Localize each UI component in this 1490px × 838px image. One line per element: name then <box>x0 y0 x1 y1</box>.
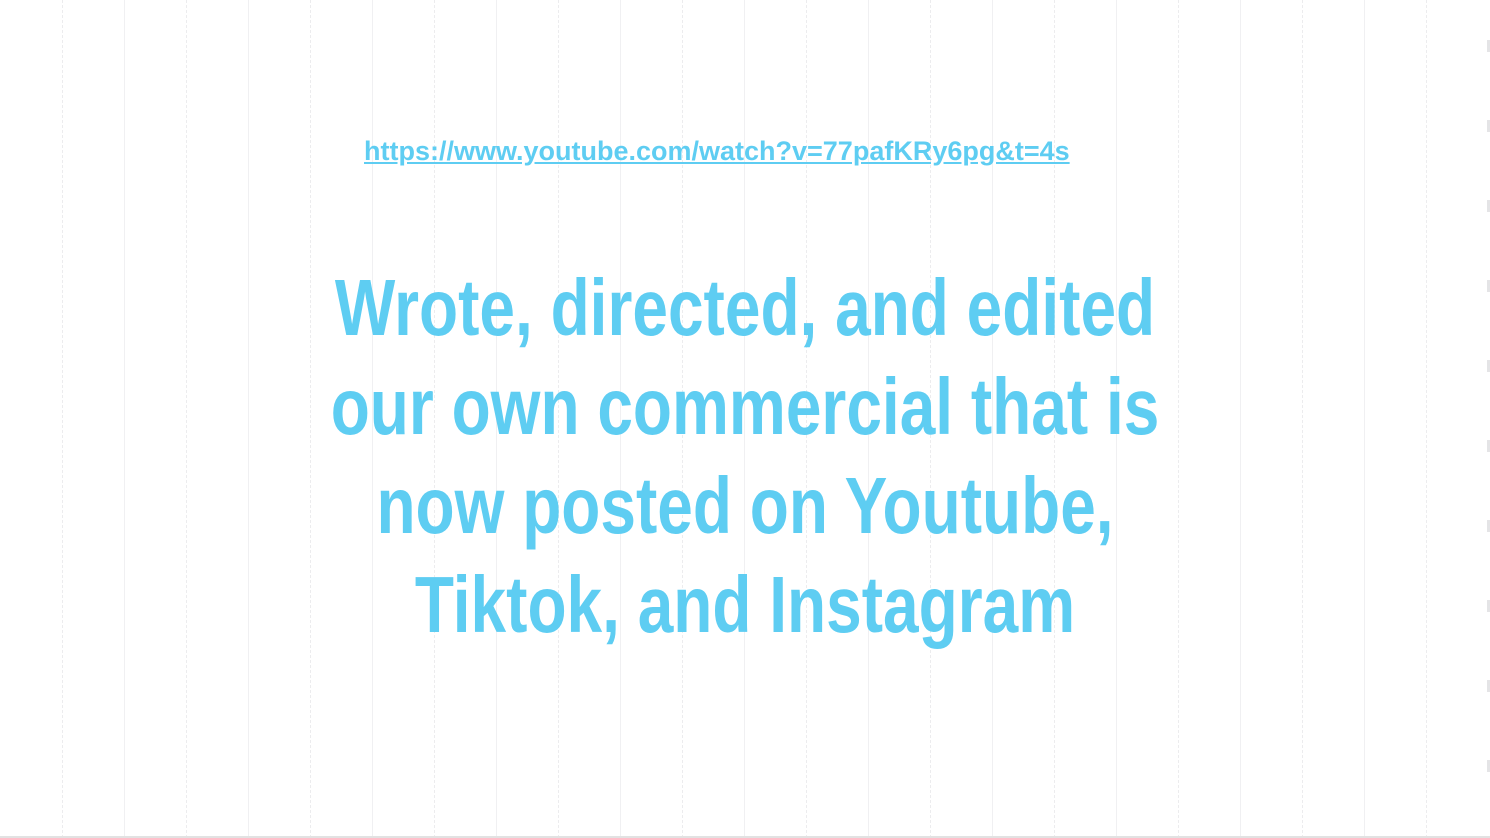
guide-line <box>1302 0 1303 838</box>
slide-canvas: https://www.youtube.com/watch?v=77pafKRy… <box>0 0 1490 838</box>
guide-line <box>124 0 125 838</box>
guide-line <box>62 0 63 838</box>
guide-line <box>1240 0 1241 838</box>
guide-line <box>1364 0 1365 838</box>
slide-headline: Wrote, directed, and edited our own comm… <box>330 263 1160 649</box>
youtube-link[interactable]: https://www.youtube.com/watch?v=77pafKRy… <box>364 134 1124 168</box>
guide-line <box>1426 0 1427 838</box>
guide-line <box>248 0 249 838</box>
guide-line <box>186 0 187 838</box>
